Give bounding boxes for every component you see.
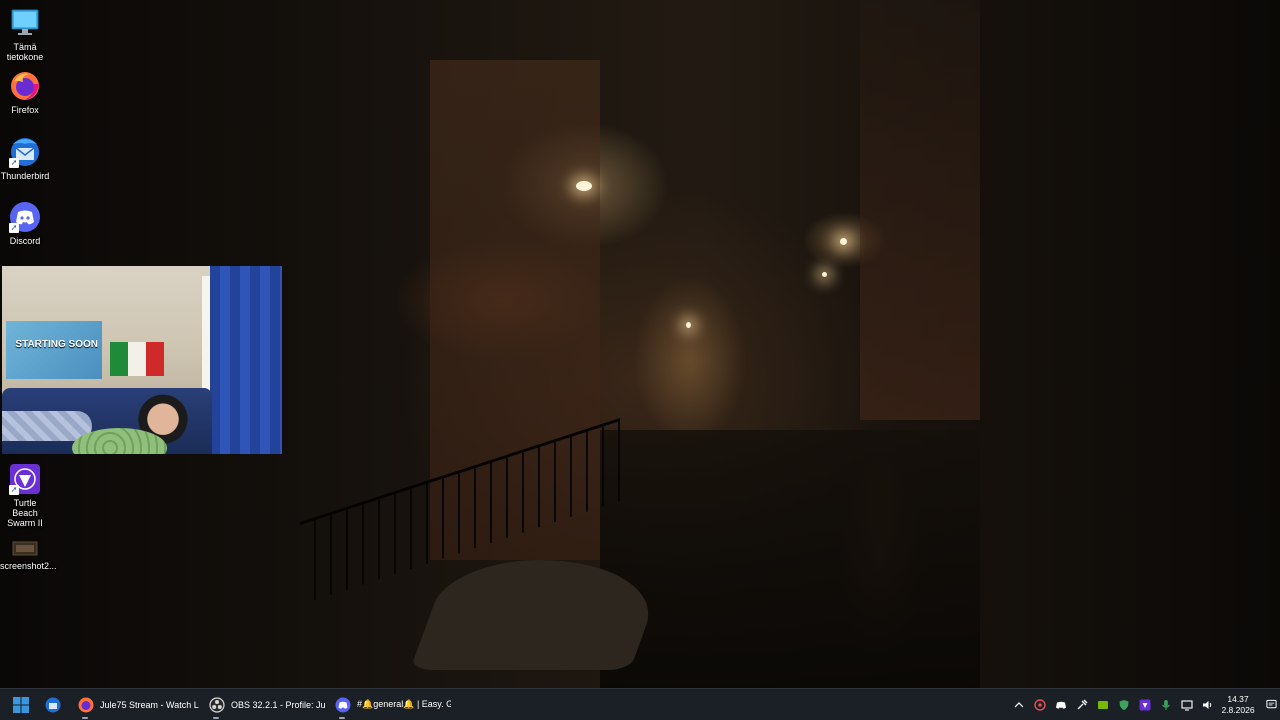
shortcut-arrow-icon: ➚ [9,158,19,168]
desktop-icon-firefox[interactable]: Firefox [0,70,50,115]
discord-icon [335,697,351,713]
this-pc-icon [9,7,41,39]
tray-nvidia-icon[interactable] [1092,690,1113,720]
discord-icon: ➚ [9,201,41,233]
taskbar-app-label: OBS 32.2.1 - Profile: Jule [231,699,325,710]
desktop-icon-label: Thunderbird [0,171,50,181]
tray-steelseries-icon[interactable] [1029,690,1050,720]
desktop-icon-turtle-beach[interactable]: ➚ Turtle Beach Swarm II [0,463,50,528]
desktop-icon-screenshot[interactable]: screenshot2... [0,538,57,571]
webcam-flag-red [146,342,164,376]
turtle-beach-icon: ➚ [9,463,41,495]
wallpaper-canal [600,430,980,688]
wallpaper-building-right [860,0,980,420]
taskbar-app-discord[interactable]: #🔔general🔔 | Easy. G [329,690,451,720]
notification-icon[interactable] [1262,690,1280,720]
tray-shield-icon[interactable] [1113,690,1134,720]
desktop-icon-label: screenshot2... [0,561,57,571]
tray-overflow-chevron-icon[interactable] [1008,690,1029,720]
webcam-overlay[interactable]: STARTING SOON [2,266,282,454]
tray-volume-icon[interactable] [1197,690,1218,720]
clock-date: 2.8.2026 [1221,704,1255,715]
desktop-icon-label: tietokone [6,52,44,62]
webcam-poster: STARTING SOON [6,321,102,379]
thunderbird-icon [45,697,61,712]
desktop-icon-discord[interactable]: ➚ Discord [0,201,50,246]
thunderbird-icon: ➚ [9,136,41,168]
tray-turtle-beach-icon[interactable] [1134,690,1155,720]
firefox-icon [78,697,94,713]
tray-discord-icon[interactable] [1050,690,1071,720]
wallpaper-lamp [576,181,592,191]
desktop-icon-this-pc[interactable]: Tämä tietokone [0,7,50,62]
wallpaper-lamp [686,322,691,328]
taskbar-app-firefox[interactable]: Jule75 Stream - Watch L [72,690,199,720]
webcam-flag-green [110,342,128,376]
taskbar-app-obs[interactable]: OBS 32.2.1 - Profile: Jule [203,690,325,720]
taskbar-app-label: #🔔general🔔 | Easy. G [357,699,451,709]
desktop-icon-thunderbird[interactable]: ➚ Thunderbird [0,136,50,181]
wallpaper-lamp [840,238,847,245]
tray-microphone-icon[interactable] [1155,690,1176,720]
taskbar-clock[interactable]: 14.37 2.8.2026 [1218,694,1258,716]
shortcut-arrow-icon: ➚ [9,223,19,233]
wallpaper-lamp [822,272,827,277]
shortcut-arrow-icon: ➚ [9,485,19,495]
desktop-icon-label: Swarm II [7,518,43,528]
image-file-icon [9,538,41,558]
taskbar-pinned-app[interactable] [42,690,64,720]
start-button[interactable] [0,690,42,720]
tray-network-icon[interactable] [1176,690,1197,720]
clock-time: 14.37 [1227,693,1249,704]
desktop-icon-label: Turtle Beach [12,498,38,518]
taskbar: Jule75 Stream - Watch L OBS 32.2.1 - Pro… [0,688,1280,720]
desktop-icon-label: Firefox [11,105,39,115]
tray-tool-icon[interactable] [1071,690,1092,720]
obs-icon [209,696,225,713]
taskbar-app-label: Jule75 Stream - Watch L [100,699,199,710]
firefox-icon [9,70,41,102]
system-tray: 14.37 2.8.2026 [1008,689,1280,720]
webcam-curtain [210,266,282,454]
webcam-flag-white [128,342,146,376]
desktop-icon-label: Discord [9,236,41,246]
desktop-icon-label: Tämä [13,42,37,52]
windows-start-icon [13,696,29,713]
